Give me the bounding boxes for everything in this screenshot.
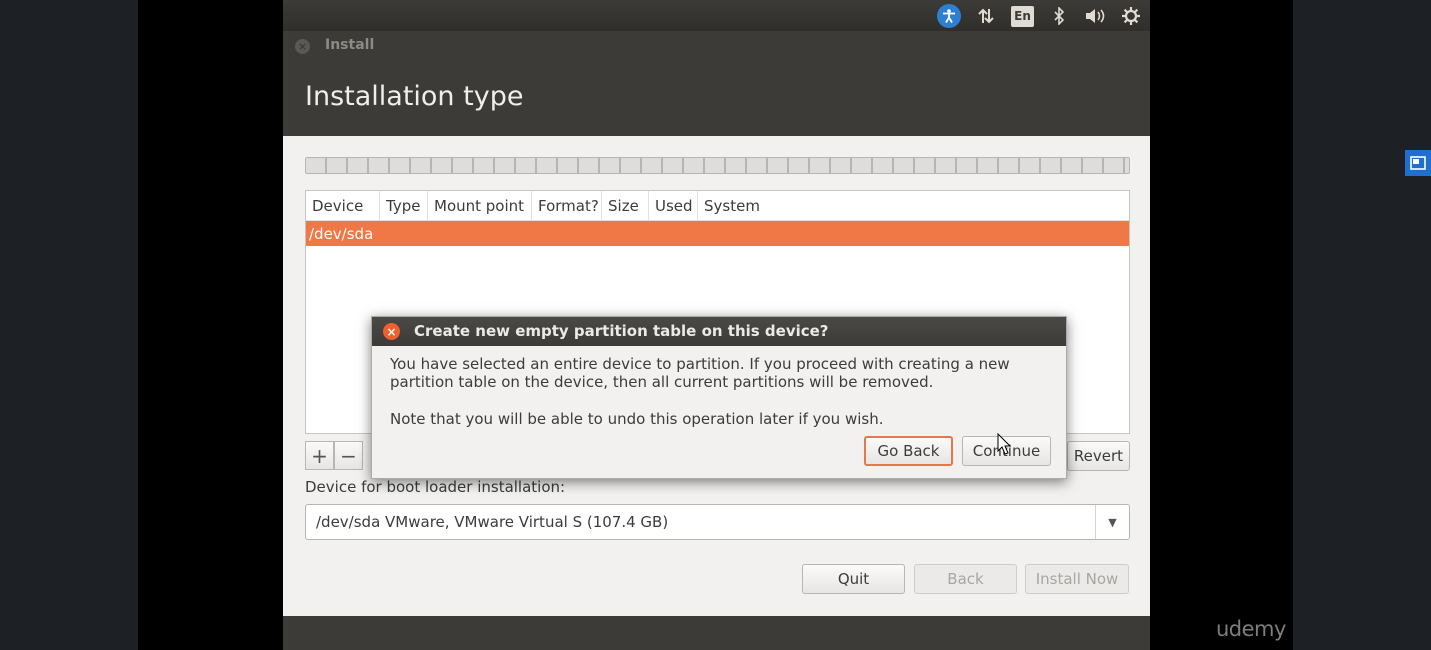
column-header-device[interactable]: Device — [306, 191, 380, 221]
dialog-message: You have selected an entire device to pa… — [390, 355, 1010, 391]
partition-bar — [305, 157, 1130, 174]
bottom-strip — [283, 616, 1150, 650]
window-close-icon[interactable]: × — [295, 39, 310, 54]
keyboard-language-icon[interactable]: En — [1011, 5, 1034, 27]
add-partition-button[interactable]: + — [305, 441, 334, 470]
bluetooth-icon[interactable] — [1048, 5, 1070, 27]
dialog-note: Note that you will be able to undo this … — [390, 410, 884, 428]
accessibility-icon[interactable] — [937, 4, 961, 28]
partition-toolbar: + − — [305, 441, 363, 471]
window-title: Install — [325, 37, 375, 53]
volume-icon[interactable] — [1084, 5, 1106, 27]
table-row[interactable]: /dev/sda — [306, 221, 1129, 246]
window-titlebar: × Install — [283, 31, 1150, 61]
settings-gear-icon[interactable] — [1120, 5, 1142, 27]
top-panel: En — [283, 0, 1150, 31]
install-now-button[interactable]: Install Now — [1025, 564, 1129, 594]
dialog-titlebar: × Create new empty partition table on th… — [372, 317, 1066, 346]
chevron-down-icon[interactable]: ▼ — [1095, 505, 1129, 539]
boot-loader-label: Device for boot loader installation: — [305, 478, 566, 496]
partition-table-header: Device Type Mount point Format? Size Use… — [306, 191, 1129, 221]
column-header-format[interactable]: Format? — [532, 191, 602, 221]
remove-partition-button[interactable]: − — [334, 441, 363, 470]
boot-loader-value: /dev/sda VMware, VMware Virtual S (107.4… — [316, 513, 669, 531]
quit-button[interactable]: Quit — [802, 564, 905, 594]
column-header-size[interactable]: Size — [602, 191, 649, 221]
device-cell: /dev/sda — [309, 224, 374, 243]
network-icon[interactable] — [975, 5, 997, 27]
go-back-button[interactable]: Go Back — [864, 436, 953, 466]
revert-button[interactable]: Revert — [1067, 441, 1130, 471]
partition-table-dialog: × Create new empty partition table on th… — [371, 316, 1067, 479]
dialog-title: Create new empty partition table on this… — [414, 322, 829, 340]
installer-header: Installation type — [283, 61, 1150, 136]
stage: En × Install Installation type Device Ty… — [0, 0, 1431, 650]
picture-in-picture-icon[interactable] — [1405, 150, 1431, 176]
back-button[interactable]: Back — [914, 564, 1017, 594]
column-header-used[interactable]: Used — [649, 191, 698, 221]
column-header-system[interactable]: System — [698, 191, 818, 221]
system-tray: En — [937, 3, 1142, 29]
udemy-watermark: udemy — [1216, 617, 1286, 641]
page-title: Installation type — [305, 81, 524, 112]
close-icon[interactable]: × — [383, 323, 400, 340]
column-header-mount-point[interactable]: Mount point — [428, 191, 532, 221]
column-header-type[interactable]: Type — [380, 191, 428, 221]
boot-loader-select[interactable]: /dev/sda VMware, VMware Virtual S (107.4… — [305, 504, 1130, 540]
mouse-pointer-icon — [997, 433, 1011, 455]
